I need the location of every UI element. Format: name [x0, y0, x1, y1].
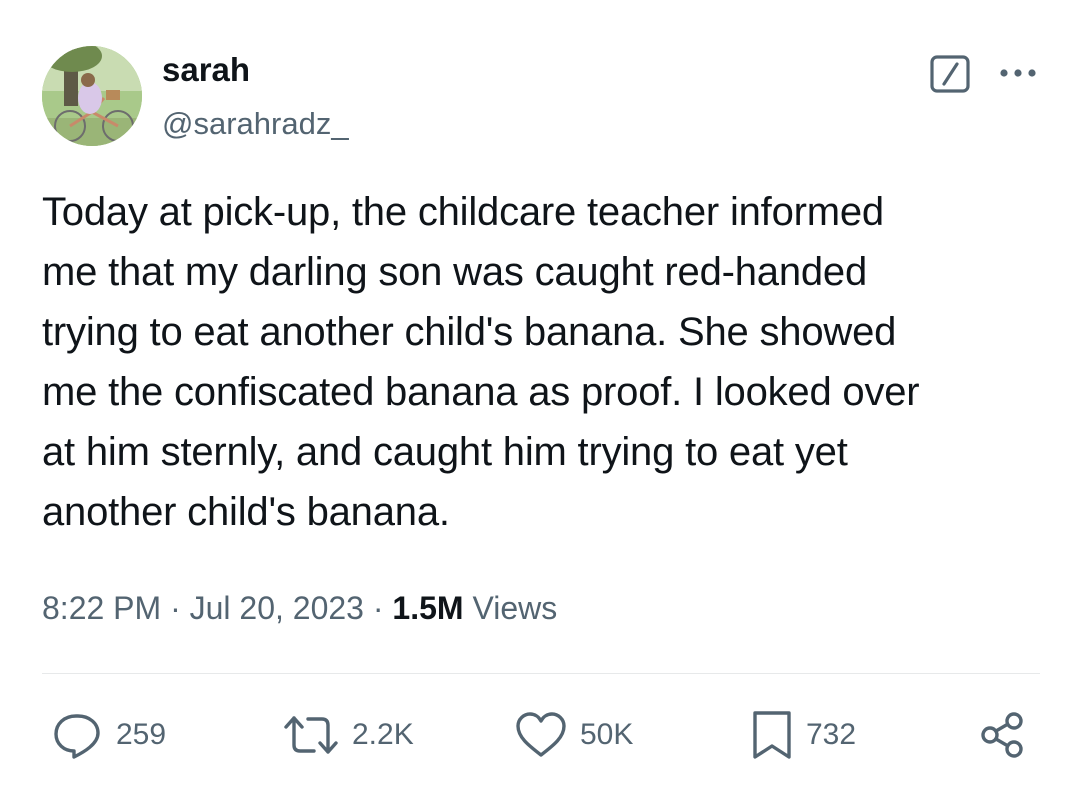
repost-icon — [284, 716, 338, 754]
share-button[interactable] — [978, 700, 1026, 770]
avatar-image — [42, 46, 142, 146]
avatar[interactable] — [42, 46, 142, 146]
meta-separator: · — [363, 590, 393, 626]
bookmark-icon — [753, 711, 791, 759]
repost-count: 2.2K — [352, 718, 414, 751]
divider — [42, 673, 1040, 674]
more-options-button[interactable] — [996, 56, 1040, 90]
reply-button[interactable]: 259 — [52, 700, 166, 770]
grok-button[interactable] — [929, 54, 971, 94]
reply-count: 259 — [116, 718, 167, 751]
meta-separator: · — [161, 590, 190, 626]
bookmark-button[interactable]: 732 — [750, 700, 856, 770]
tweet-text: Today at pick-up, the childcare teacher … — [42, 190, 920, 534]
views-count: 1.5M — [392, 590, 464, 626]
author-name[interactable]: sarah — [162, 50, 250, 90]
author-handle[interactable]: @sarahradz_ — [162, 104, 349, 144]
grok-icon — [930, 55, 970, 93]
more-icon — [1000, 69, 1036, 77]
share-icon — [981, 712, 1023, 758]
action-bar: 259 2.2K 50K 732 — [0, 700, 1080, 770]
tweet-date[interactable]: Jul 20, 2023 — [190, 590, 364, 626]
tweet-time[interactable]: 8:22 PM — [42, 590, 161, 626]
like-button[interactable]: 50K — [514, 700, 633, 770]
repost-button[interactable]: 2.2K — [282, 700, 414, 770]
bookmark-count: 732 — [806, 718, 857, 751]
tweet-meta: 8:22 PM · Jul 20, 2023 · 1.5M Views — [42, 586, 557, 630]
reply-icon — [54, 714, 100, 759]
like-icon — [516, 712, 566, 757]
like-count: 50K — [580, 718, 634, 751]
views-label: Views — [472, 590, 558, 626]
